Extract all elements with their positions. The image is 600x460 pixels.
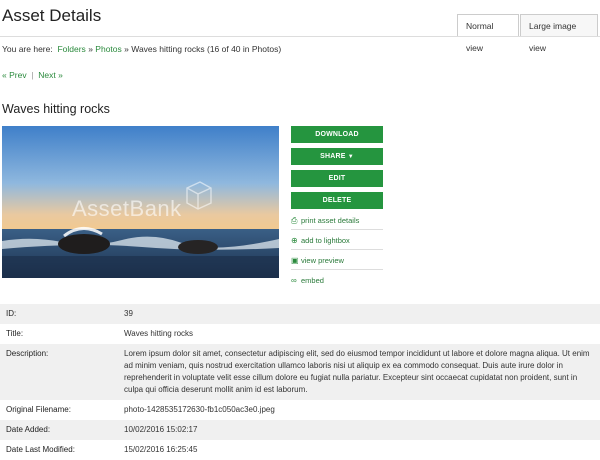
detail-label: Title: — [6, 329, 24, 338]
detail-label: Date Last Modified: — [6, 445, 75, 454]
action-link-label: add to lightbox — [301, 236, 350, 245]
action-link-label: view preview — [301, 256, 344, 265]
image-icon: ▣ — [291, 256, 299, 265]
breadcrumb-separator: » — [88, 44, 93, 54]
page-title: Asset Details — [2, 6, 102, 25]
delete-button[interactable]: DELETE — [291, 192, 383, 209]
breadcrumb-current: Waves hitting rocks (16 of 40 in Photos) — [131, 44, 282, 54]
asset-preview-image[interactable]: AssetBank — [2, 126, 279, 278]
asset-title: Waves hitting rocks — [2, 102, 110, 116]
action-link-label: print asset details — [301, 216, 360, 225]
add-to-lightbox-link[interactable]: ⊕ add to lightbox — [291, 231, 383, 250]
tab-large-image-view[interactable]: Large image view — [520, 14, 598, 53]
detail-label: Date Added: — [6, 425, 51, 434]
download-button[interactable]: DOWNLOAD — [291, 126, 383, 143]
detail-label: Description: — [6, 349, 49, 358]
embed-link[interactable]: ∞ embed — [291, 271, 383, 290]
detail-value: 39 — [124, 309, 133, 318]
breadcrumb-folders-link[interactable]: Folders — [57, 44, 85, 54]
tab-normal-view[interactable]: Normal view — [457, 14, 519, 53]
breadcrumb: You are here: Folders » Photos » Waves h… — [2, 44, 281, 54]
table-row: Title: Waves hitting rocks — [0, 324, 600, 344]
print-asset-details-link[interactable]: ⎙ print asset details — [291, 211, 383, 230]
detail-value: photo-1428535172630-fb1c050ac3e0.jpeg — [124, 405, 275, 414]
table-row: Original Filename: photo-1428535172630-f… — [0, 400, 600, 420]
detail-value: Waves hitting rocks — [124, 329, 194, 338]
breadcrumb-prefix: You are here: — [2, 44, 53, 54]
table-row: Date Last Modified: 15/02/2016 16:25:45 — [0, 440, 600, 460]
chevron-down-icon: ▼ — [347, 154, 354, 160]
asset-details-table: ID: 39 Title: Waves hitting rocks Descri… — [0, 304, 600, 460]
detail-value: Lorem ipsum dolor sit amet, consectetur … — [124, 349, 590, 394]
detail-value: 10/02/2016 15:02:17 — [124, 425, 198, 434]
plus-circle-icon: ⊕ — [291, 236, 298, 245]
link-icon: ∞ — [291, 276, 297, 285]
action-link-label: embed — [301, 276, 324, 285]
view-preview-link[interactable]: ▣ view preview — [291, 251, 383, 270]
printer-icon: ⎙ — [291, 216, 298, 225]
edit-button[interactable]: EDIT — [291, 170, 383, 187]
table-row: ID: 39 — [0, 304, 600, 324]
share-label: SHARE — [320, 153, 346, 160]
next-link[interactable]: Next » — [38, 70, 63, 80]
share-button[interactable]: SHARE ▼ — [291, 148, 383, 165]
detail-label: ID: — [6, 309, 17, 318]
detail-label: Original Filename: — [6, 405, 71, 414]
detail-value: 15/02/2016 16:25:45 — [124, 445, 198, 454]
breadcrumb-separator: » — [124, 44, 129, 54]
prev-link[interactable]: « Prev — [2, 70, 27, 80]
breadcrumb-photos-link[interactable]: Photos — [95, 44, 121, 54]
table-row: Description: Lorem ipsum dolor sit amet,… — [0, 344, 600, 400]
nav-separator: | — [31, 70, 34, 80]
watermark-text: AssetBank — [72, 196, 182, 221]
prev-next-nav: « Prev | Next » — [2, 70, 63, 80]
header-divider — [0, 36, 600, 37]
table-row: Date Added: 10/02/2016 15:02:17 — [0, 420, 600, 440]
